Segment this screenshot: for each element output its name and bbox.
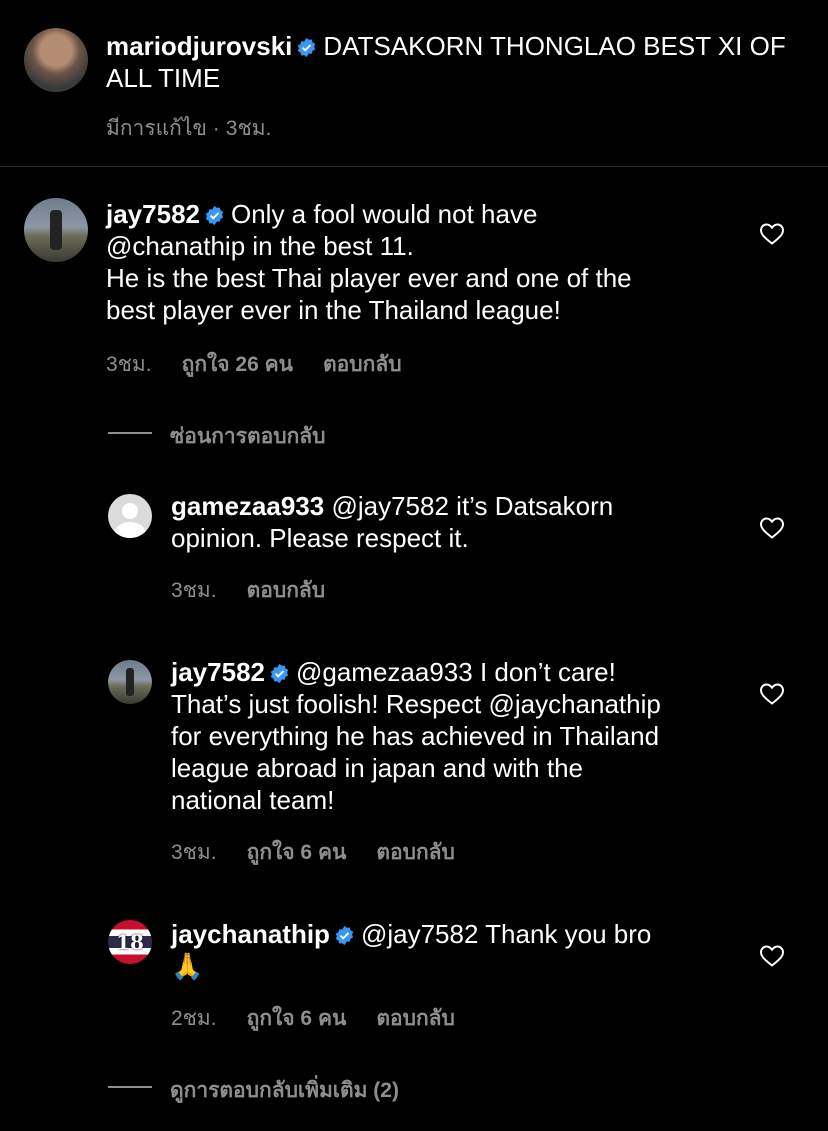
reply-text: jay7582 @gamezaa933 I don’t care! That’s j… [171, 657, 661, 815]
caption-time: 3ชม. [225, 117, 272, 140]
avatar-gamezaa933[interactable] [108, 494, 152, 538]
caption-meta: มีการแก้ไข · 3ชม. [106, 117, 272, 140]
mention-link[interactable]: @jay7582 [331, 491, 448, 521]
replies-line [108, 1086, 152, 1088]
reply-username[interactable]: jay7582 [171, 657, 265, 687]
caption-text: mariodjurovski DATSAKORN THONGLAO BEST XI… [106, 30, 796, 94]
verified-badge-icon [270, 663, 289, 684]
pray-emoji-icon: 🙏 [171, 951, 204, 981]
mention-link[interactable]: @gamezaa933 [296, 657, 473, 687]
mention-link[interactable]: @jaychanathip [488, 689, 660, 719]
caption-username[interactable]: mariodjurovski [106, 31, 292, 61]
verified-badge-icon [298, 37, 316, 58]
comment-username[interactable]: jay7582 [106, 199, 200, 229]
reply-button[interactable]: ตอบกลับ [247, 579, 326, 602]
caption-edited: มีการแก้ไข [106, 117, 207, 140]
heart-icon[interactable] [759, 682, 785, 706]
avatar-jay7582[interactable] [24, 198, 88, 262]
reply-button[interactable]: ตอบกลับ [323, 353, 402, 376]
mention-link[interactable]: @jay7582 [361, 919, 478, 949]
verified-badge-icon [335, 925, 354, 946]
reply-text: jaychanathip @jay7582 Thank you bro 🙏 [171, 919, 652, 981]
view-more-replies-button[interactable]: ดูการตอบกลับเพิ่มเติม (2) [170, 1074, 399, 1107]
reply-username[interactable]: jaychanathip [171, 919, 330, 949]
heart-icon[interactable] [759, 516, 785, 540]
replies-line [108, 432, 152, 434]
reply-meta: 2ชม. ถูกใจ 6 คน ตอบกลับ [171, 1002, 485, 1035]
verified-badge-icon [205, 205, 224, 226]
divider [0, 166, 828, 167]
avatar-jaychanathip[interactable]: 18 [108, 920, 152, 964]
avatar-jay7582[interactable] [108, 660, 152, 704]
avatar-number: 18 [116, 930, 144, 954]
comment-text: jay7582 Only a fool would not have @chanat… [106, 199, 632, 325]
heart-icon[interactable] [759, 944, 785, 968]
comment-time: 3ชม. [106, 353, 152, 376]
reply-text: gamezaa933 @jay7582 it’s Datsakorn opinio… [171, 491, 614, 553]
reply-time: 3ชม. [171, 841, 217, 864]
hide-replies-button[interactable]: ซ่อนการตอบกลับ [170, 420, 326, 453]
reply-button[interactable]: ตอบกลับ [376, 841, 455, 864]
reply-meta: 3ชม. ตอบกลับ [171, 574, 355, 607]
comment-meta: 3ชม. ถูกใจ 26 คน ตอบกลับ [106, 348, 432, 381]
reply-username[interactable]: gamezaa933 [171, 491, 324, 521]
mention-link[interactable]: @chanathip [106, 231, 245, 261]
reply-button[interactable]: ตอบกลับ [376, 1007, 455, 1030]
likes-count[interactable]: ถูกใจ 26 คน [182, 353, 293, 376]
heart-icon[interactable] [759, 222, 785, 246]
reply-time: 3ชม. [171, 579, 217, 602]
reply-time: 2ชม. [171, 1007, 217, 1030]
avatar-mariodjurovski[interactable] [24, 28, 88, 92]
likes-count[interactable]: ถูกใจ 6 คน [247, 1007, 347, 1030]
reply-meta: 3ชม. ถูกใจ 6 คน ตอบกลับ [171, 836, 485, 869]
likes-count[interactable]: ถูกใจ 6 คน [247, 841, 347, 864]
